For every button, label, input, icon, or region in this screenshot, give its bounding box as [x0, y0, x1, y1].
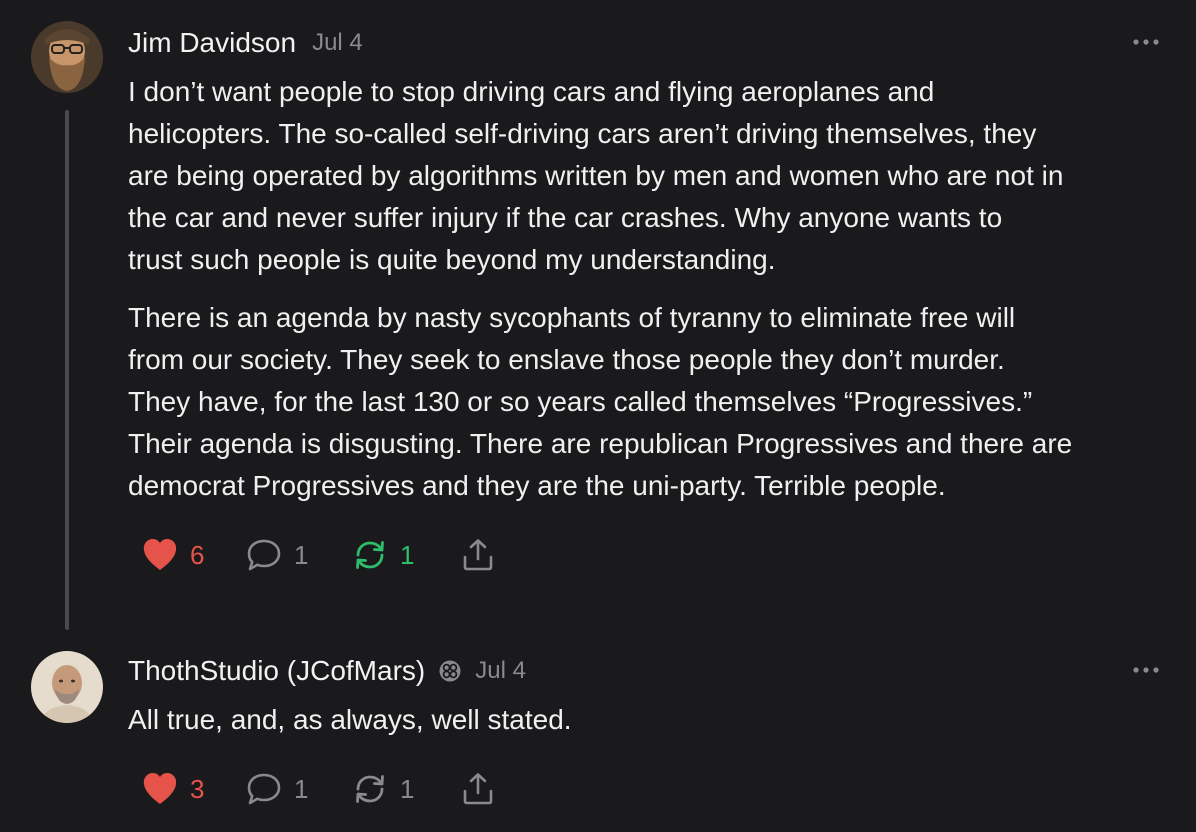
avatar[interactable] [31, 651, 103, 723]
share-button[interactable] [460, 535, 496, 575]
restack-count: 1 [400, 774, 415, 804]
share-icon [463, 773, 493, 805]
thread-line [65, 110, 69, 630]
like-count: 6 [190, 540, 205, 570]
subscriber-badge-icon [439, 660, 461, 682]
reply-button[interactable]: 1 [246, 535, 352, 575]
restack-count: 1 [400, 540, 415, 570]
comment-header: ThothStudio (JCofMars) Jul 4 [128, 650, 526, 692]
like-button[interactable]: 3 [142, 769, 246, 809]
comment-date[interactable]: Jul 4 [475, 650, 526, 692]
author-name[interactable]: Jim Davidson [128, 22, 296, 64]
heart-icon [143, 773, 177, 804]
comment-date[interactable]: Jul 4 [312, 22, 363, 64]
restack-button[interactable]: 1 [352, 769, 460, 809]
comment-body: All true, and, as always, well stated. [128, 699, 1178, 741]
restack-button[interactable]: 1 [352, 535, 460, 575]
more-options-icon[interactable] [1132, 37, 1160, 47]
avatar-image [31, 21, 103, 93]
comment-bubble-icon [247, 773, 281, 805]
comment-body: I don’t want people to stop driving cars… [128, 71, 1178, 507]
comment-paragraph: I don’t want people to stop driving cars… [128, 76, 1064, 275]
restack-icon [356, 775, 384, 803]
like-count: 3 [190, 774, 205, 804]
comment-thread: Jim Davidson Jul 4 I don’t want people t… [0, 0, 1196, 832]
like-button[interactable]: 6 [142, 535, 246, 575]
avatar[interactable] [31, 21, 103, 93]
heart-icon [143, 539, 177, 570]
comment-actions: 6 1 1 [142, 535, 496, 575]
restack-icon [356, 541, 384, 569]
comment-header: Jim Davidson Jul 4 [128, 22, 363, 64]
comment-paragraph: All true, and, as always, well stated. [128, 704, 572, 735]
comment-paragraph: There is an agenda by nasty sycophants o… [128, 302, 1073, 501]
more-options-icon[interactable] [1132, 665, 1160, 675]
share-icon [463, 539, 493, 571]
reply-count: 1 [294, 774, 309, 804]
share-button[interactable] [460, 769, 496, 809]
reply-count: 1 [294, 540, 309, 570]
author-name[interactable]: ThothStudio (JCofMars) [128, 650, 425, 692]
avatar-image [31, 651, 103, 723]
comment-bubble-icon [247, 539, 281, 571]
reply-button[interactable]: 1 [246, 769, 352, 809]
comment-actions: 3 1 1 [142, 769, 496, 809]
